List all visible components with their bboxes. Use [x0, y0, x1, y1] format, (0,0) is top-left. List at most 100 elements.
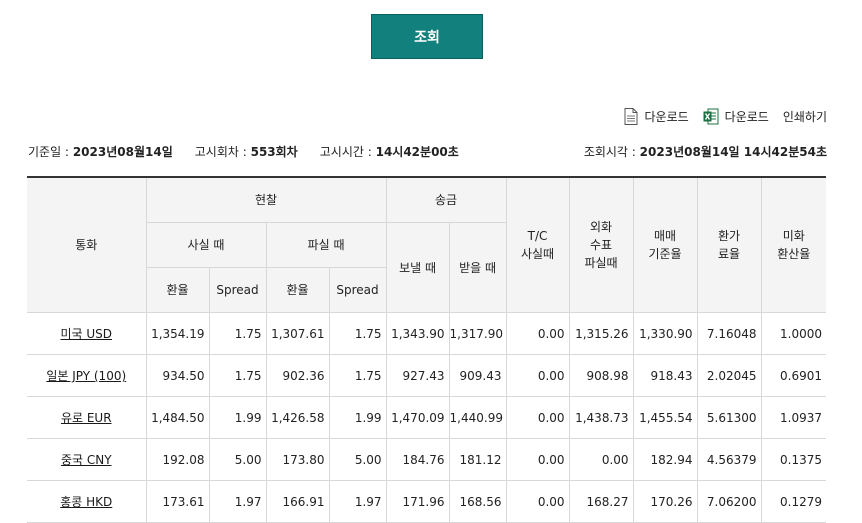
download-pdf-button[interactable]: 다운로드 — [624, 108, 689, 125]
header-cash-buy-spread: Spread — [208, 267, 267, 313]
notice-round-label: 고시회차 : — [194, 145, 247, 159]
cash-sell-rate-cell: 1,426.58 — [265, 396, 330, 439]
currency-link[interactable]: 홍콩 HKD — [60, 495, 112, 509]
table-row: 미국 USD 1,354.19 1.75 1,307.61 1.75 1,343… — [27, 312, 827, 355]
header-cash-buy-rate: 환율 — [146, 267, 210, 313]
cash-buy-rate-cell: 1,354.19 — [145, 312, 210, 355]
cash-sell-spread-cell: 5.00 — [328, 438, 387, 481]
receive-cell: 1,317.90 — [448, 312, 507, 355]
base-date-label: 기준일 : — [28, 145, 69, 159]
send-cell: 171.96 — [385, 480, 450, 523]
cash-buy-spread-cell: 1.99 — [208, 396, 267, 439]
base-rate-cell: 918.43 — [632, 354, 698, 397]
currency-cell: 유로 EUR — [27, 396, 147, 439]
usd-rate-cell: 1.0000 — [760, 312, 827, 355]
notice-info: 기준일 : 2023년08월14일 고시회차 : 553회차 고시시간 : 14… — [28, 143, 459, 160]
query-time: 조회시각 : 2023년08월14일 14시42분54초 — [584, 143, 827, 160]
base-rate-cell: 1,455.54 — [632, 396, 698, 439]
query-time-label: 조회시각 : — [583, 145, 636, 159]
header-usd-rate: 미화 환산율 — [760, 176, 827, 313]
currency-cell: 중국 CNY — [27, 438, 147, 481]
check-cell: 168.27 — [568, 480, 634, 523]
download-pdf-label: 다운로드 — [644, 110, 689, 124]
currency-cell: 홍콩 HKD — [27, 480, 147, 523]
tc-cell: 0.00 — [505, 354, 570, 397]
cash-sell-spread-cell: 1.75 — [328, 312, 387, 355]
currency-link[interactable]: 중국 CNY — [61, 453, 112, 467]
notice-time-value: 14시42분00초 — [375, 145, 459, 159]
base-rate-cell: 1,330.90 — [632, 312, 698, 355]
usd-rate-cell: 0.1375 — [760, 438, 827, 481]
header-base-rate: 매매 기준율 — [632, 176, 698, 313]
cash-buy-rate-cell: 1,484.50 — [145, 396, 210, 439]
currency-link[interactable]: 미국 USD — [60, 327, 112, 341]
cash-sell-rate-cell: 902.36 — [265, 354, 330, 397]
currency-cell: 일본 JPY (100) — [27, 354, 147, 397]
header-remit: 송금 — [385, 176, 507, 223]
base-rate-cell: 170.26 — [632, 480, 698, 523]
base-date-value: 2023년08월14일 — [72, 145, 173, 159]
header-conversion-rate: 환가 료율 — [696, 176, 762, 313]
table-row: 일본 JPY (100) 934.50 1.75 902.36 1.75 927… — [27, 354, 827, 397]
currency-link[interactable]: 유로 EUR — [61, 411, 112, 425]
cash-sell-rate-cell: 166.91 — [265, 480, 330, 523]
document-icon — [624, 108, 638, 125]
print-label: 인쇄하기 — [782, 110, 827, 124]
usd-rate-cell: 0.6901 — [760, 354, 827, 397]
base-date: 기준일 : 2023년08월14일 — [28, 143, 173, 160]
header-cash-sell-spread: Spread — [328, 267, 387, 313]
currency-cell: 미국 USD — [27, 312, 147, 355]
cash-buy-spread-cell: 5.00 — [208, 438, 267, 481]
tc-cell: 0.00 — [505, 480, 570, 523]
cash-sell-rate-cell: 173.80 — [265, 438, 330, 481]
usd-rate-cell: 1.0937 — [760, 396, 827, 439]
cash-buy-rate-cell: 192.08 — [145, 438, 210, 481]
cash-buy-rate-cell: 934.50 — [145, 354, 210, 397]
check-cell: 0.00 — [568, 438, 634, 481]
cash-buy-spread-cell: 1.75 — [208, 312, 267, 355]
receive-cell: 909.43 — [448, 354, 507, 397]
cash-sell-rate-cell: 1,307.61 — [265, 312, 330, 355]
send-cell: 184.76 — [385, 438, 450, 481]
send-cell: 927.43 — [385, 354, 450, 397]
table-row: 홍콩 HKD 173.61 1.97 166.91 1.97 171.96 16… — [27, 480, 827, 523]
toolbar: 다운로드 다운로드 인쇄하기 — [610, 108, 827, 125]
header-remit-send: 보낼 때 — [385, 222, 450, 313]
header-cash-buy: 사실 때 — [146, 222, 267, 268]
conversion-rate-cell: 4.56379 — [696, 438, 762, 481]
cash-buy-rate-cell: 173.61 — [145, 480, 210, 523]
notice-round: 고시회차 : 553회차 — [195, 143, 298, 160]
header-remit-receive: 받을 때 — [448, 222, 507, 313]
cash-sell-spread-cell: 1.97 — [328, 480, 387, 523]
receive-cell: 168.56 — [448, 480, 507, 523]
download-excel-button[interactable]: 다운로드 — [703, 108, 769, 125]
tc-cell: 0.00 — [505, 396, 570, 439]
send-cell: 1,470.09 — [385, 396, 450, 439]
query-time-value: 2023년08월14일 14시42분54초 — [639, 145, 827, 159]
cash-sell-spread-cell: 1.99 — [328, 396, 387, 439]
currency-link[interactable]: 일본 JPY (100) — [46, 369, 126, 383]
tc-cell: 0.00 — [505, 438, 570, 481]
header-check-sell: 외화 수표 파실때 — [568, 176, 634, 313]
check-cell: 908.98 — [568, 354, 634, 397]
receive-cell: 181.12 — [448, 438, 507, 481]
print-button[interactable]: 인쇄하기 — [783, 108, 827, 125]
excel-icon — [703, 108, 719, 125]
cash-buy-spread-cell: 1.75 — [208, 354, 267, 397]
notice-time: 고시시간 : 14시42분00초 — [320, 143, 459, 160]
conversion-rate-cell: 5.61300 — [696, 396, 762, 439]
header-cash-sell: 파실 때 — [265, 222, 387, 268]
check-cell: 1,438.73 — [568, 396, 634, 439]
table-row: 중국 CNY 192.08 5.00 173.80 5.00 184.76 18… — [27, 438, 827, 481]
base-rate-cell: 182.94 — [632, 438, 698, 481]
conversion-rate-cell: 2.02045 — [696, 354, 762, 397]
header-currency: 통화 — [27, 176, 147, 313]
header-cash: 현찰 — [145, 176, 387, 223]
search-button[interactable]: 조회 — [371, 14, 483, 59]
notice-time-label: 고시시간 : — [319, 145, 372, 159]
download-excel-label: 다운로드 — [724, 110, 769, 124]
tc-cell: 0.00 — [505, 312, 570, 355]
check-cell: 1,315.26 — [568, 312, 634, 355]
usd-rate-cell: 0.1279 — [760, 480, 827, 523]
exchange-rate-table: 통화 현찰 송금 T/C 사실때 외화 수표 파실때 매매 기준율 환가 료율 … — [27, 176, 827, 523]
